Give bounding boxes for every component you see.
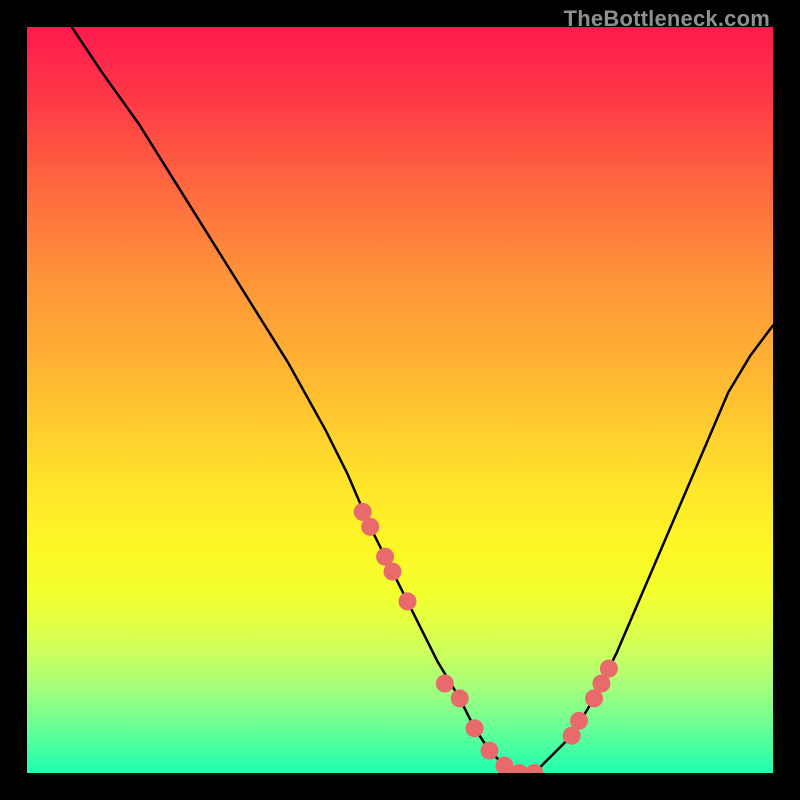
plot-area [27, 27, 773, 773]
bottleneck-curve [72, 27, 773, 773]
watermark-text: TheBottleneck.com [564, 6, 770, 32]
highlight-marker [570, 712, 588, 730]
highlight-marker [481, 742, 499, 760]
chart-frame: TheBottleneck.com [0, 0, 800, 800]
chart-svg [27, 27, 773, 773]
highlight-marker [384, 563, 402, 581]
highlight-marker [600, 660, 618, 678]
highlight-marker [436, 675, 454, 693]
highlight-marker [399, 592, 417, 610]
highlight-marker [466, 719, 484, 737]
highlight-marker [451, 689, 469, 707]
highlight-marker [361, 518, 379, 536]
